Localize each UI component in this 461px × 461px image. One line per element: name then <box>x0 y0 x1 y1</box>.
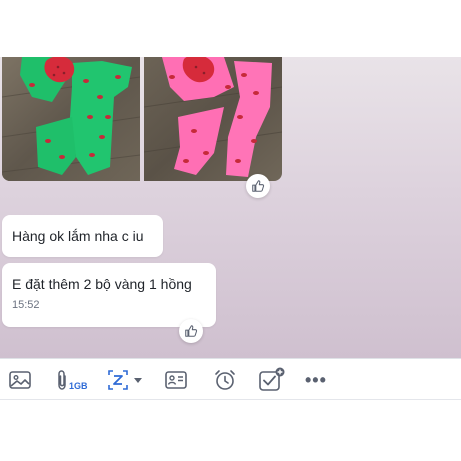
attach-size-badge: 1GB <box>69 381 88 391</box>
message-bubble[interactable]: Hàng ok lắm nha c iu <box>2 215 163 257</box>
send-contact-card-button[interactable] <box>164 367 188 393</box>
message-like-button[interactable] <box>179 319 203 343</box>
thumbs-up-icon <box>185 325 198 337</box>
photo-pink-outfit[interactable] <box>144 57 282 181</box>
thumbs-up-icon <box>252 180 265 192</box>
alarm-clock-icon <box>215 370 235 390</box>
screenshot-crop-icon <box>108 370 128 390</box>
photo-like-button[interactable] <box>246 174 270 198</box>
message-text: Hàng ok lắm nha c iu <box>12 228 144 244</box>
message-text: E đặt thêm 2 bộ vàng 1 hồng <box>12 276 192 292</box>
attach-file-button[interactable]: 1GB <box>56 367 88 393</box>
photo-green-outfit[interactable] <box>2 57 140 181</box>
reminder-button[interactable] <box>213 367 237 393</box>
message-timestamp: 15:52 <box>12 299 40 311</box>
paperclip-icon <box>58 370 66 390</box>
contact-card-icon <box>165 371 187 389</box>
chat-window: Hàng ok lắm nha c iu E đặt thêm 2 bộ vàn… <box>0 0 461 461</box>
message-list[interactable]: Hàng ok lắm nha c iu E đặt thêm 2 bộ vàn… <box>0 57 461 358</box>
more-options-button[interactable]: ••• <box>305 367 327 393</box>
image-icon <box>9 371 31 389</box>
message-bubble[interactable]: E đặt thêm 2 bộ vàng 1 hồng 15:52 <box>2 263 216 327</box>
screenshot-button[interactable] <box>106 367 144 393</box>
task-checkbox-icon <box>259 367 285 391</box>
assign-task-button[interactable] <box>258 367 286 393</box>
more-icon: ••• <box>305 370 327 390</box>
composer-toolbar: 1GB ••• <box>0 358 461 400</box>
chevron-down-icon[interactable] <box>132 375 144 385</box>
photo-message <box>2 57 282 181</box>
send-image-button[interactable] <box>8 367 32 393</box>
